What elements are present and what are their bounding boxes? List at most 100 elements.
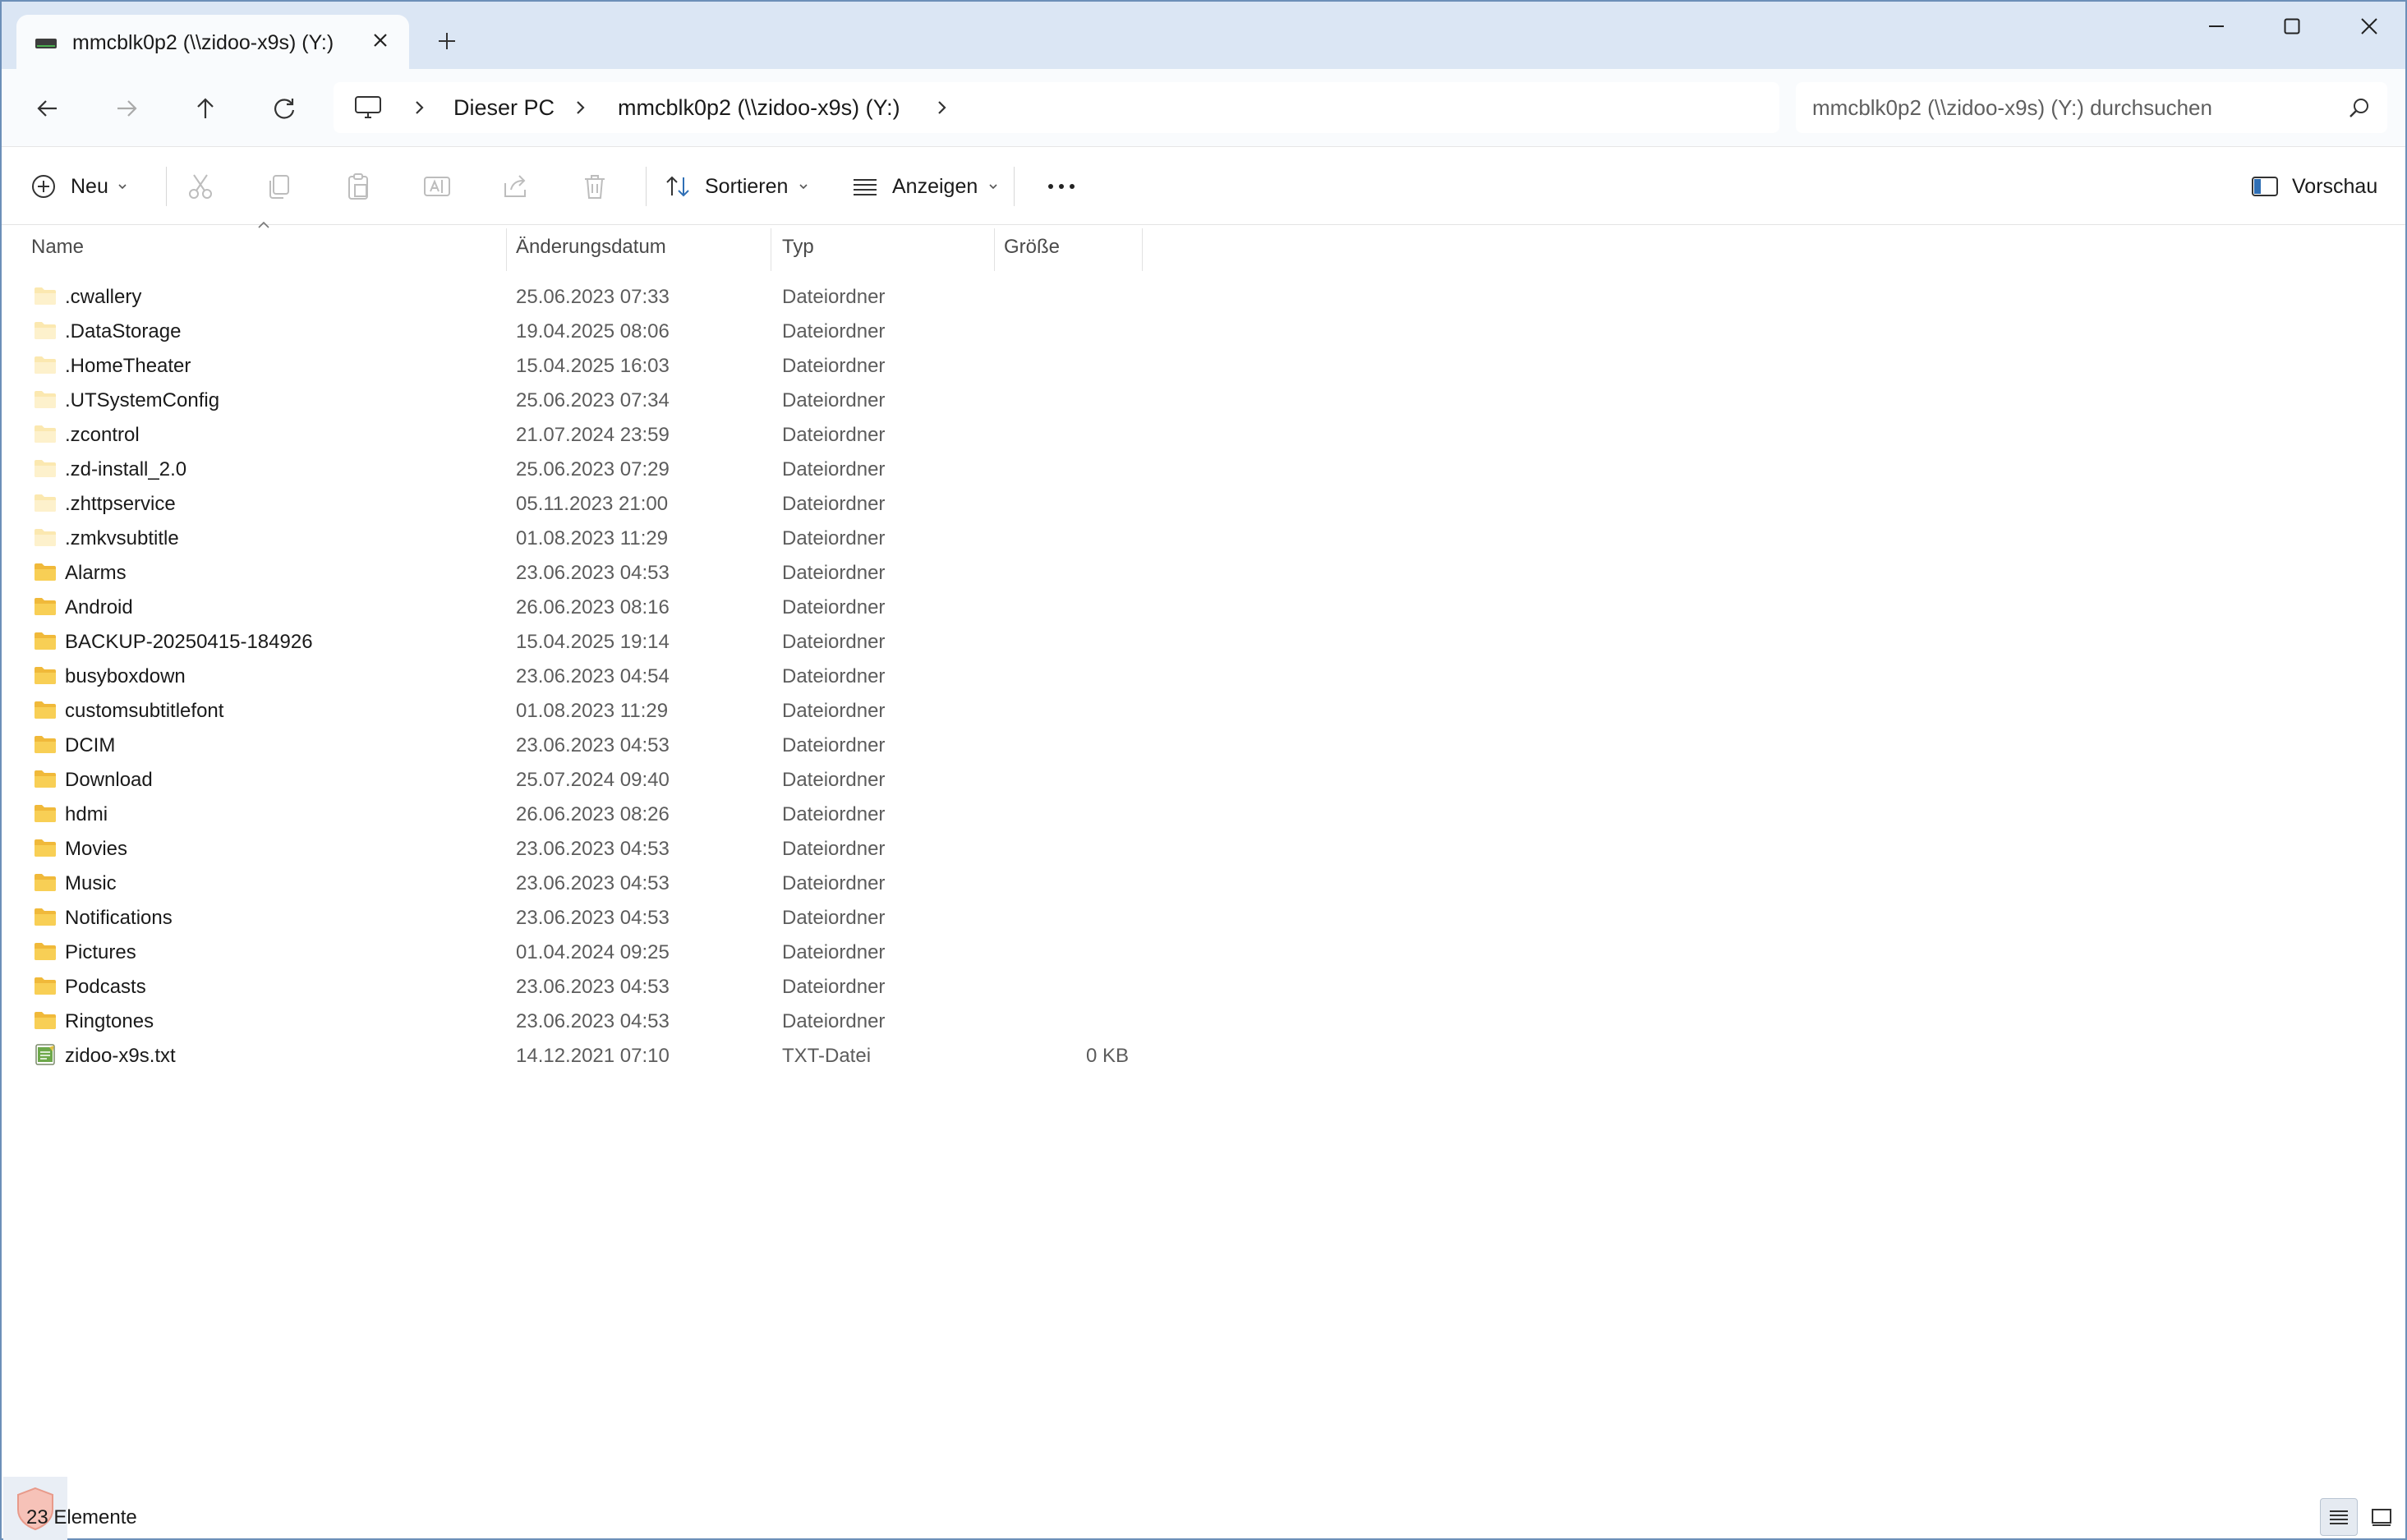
cut-button[interactable] [186,168,215,205]
chevron-right-icon[interactable] [411,99,427,117]
column-header-type[interactable]: Typ [779,225,992,269]
file-date: 15.04.2025 19:14 [516,631,670,653]
file-row[interactable]: customsubtitlefont 01.08.2023 11:29 Dateio… [2,693,1152,728]
delete-button[interactable] [580,168,610,205]
file-row[interactable]: .cwallery 25.06.2023 07:33 Dateiordner [2,279,1152,314]
maximize-button[interactable] [2254,2,2330,51]
column-divider[interactable] [506,228,507,271]
search-input[interactable] [1812,92,2322,123]
column-divider[interactable] [1142,228,1143,271]
more-options-button[interactable] [1045,168,1078,205]
tab-current-drive[interactable]: mmcblk0p2 (\\zidoo-x9s) (Y:) [16,15,409,69]
close-window-button[interactable] [2331,2,2407,51]
file-row[interactable]: zidoo-x9s.txt 14.12.2021 07:10 TXT-Datei 0 … [2,1038,1152,1073]
tab-title: mmcblk0p2 (\\zidoo-x9s) (Y:) [72,31,334,54]
file-row[interactable]: .DataStorage 19.04.2025 08:06 Dateiordner [2,314,1152,348]
chevron-right-icon[interactable] [572,99,588,117]
refresh-button[interactable] [263,87,306,130]
column-header-date[interactable]: Änderungsdatum [513,225,769,269]
file-type: Dateiordner [782,872,886,894]
file-row[interactable]: .zcontrol 21.07.2024 23:59 Dateiordner [2,417,1152,452]
file-date: 14.12.2021 07:10 [516,1045,670,1067]
preview-button[interactable]: Vorschau [2251,168,2377,205]
toolbar-divider [166,167,167,206]
folder-icon [33,802,58,824]
file-name: .UTSystemConfig [65,389,220,411]
file-date: 25.06.2023 07:34 [516,389,670,411]
file-name: zidoo-x9s.txt [65,1045,176,1067]
chevron-right-icon[interactable] [933,99,950,117]
column-header-size[interactable]: Größe [1001,225,1140,269]
file-row[interactable]: .zmkvsubtitle 01.08.2023 11:29 Dateiordner [2,521,1152,555]
share-button[interactable] [501,168,531,205]
file-row[interactable]: Notifications 23.06.2023 04:53 Dateiordner [2,900,1152,935]
file-type: Dateiordner [782,803,886,825]
file-name: .DataStorage [65,320,182,342]
chevron-down-icon [118,184,127,190]
up-button[interactable] [184,87,227,130]
new-button[interactable]: Neu [30,168,128,205]
folder-icon [33,871,58,893]
file-row[interactable]: Ringtones 23.06.2023 04:53 Dateiordner [2,1004,1152,1038]
preview-label: Vorschau [2292,174,2378,198]
file-date: 25.07.2024 09:40 [516,769,670,791]
file-row[interactable]: BACKUP-20250415-184926 15.04.2025 19:14 Da… [2,624,1152,659]
file-date: 23.06.2023 04:53 [516,1010,670,1032]
folder-icon [33,561,58,582]
file-type: Dateiordner [782,907,886,929]
clipboard-icon [348,173,368,200]
copy-button[interactable] [265,168,294,205]
file-row[interactable]: Android 26.06.2023 08:16 Dateiordner [2,590,1152,624]
column-name-label: Name [31,236,85,258]
sort-button[interactable]: Sortieren [664,168,809,205]
file-row[interactable]: Movies 23.06.2023 04:53 Dateiordner [2,831,1152,866]
new-label: Neu [71,174,108,198]
file-row[interactable]: Pictures 01.04.2024 09:25 Dateiordner [2,935,1152,969]
file-size: 0 KB [1085,1045,1129,1067]
file-row[interactable]: DCIM 23.06.2023 04:53 Dateiordner [2,728,1152,762]
file-name: .HomeTheater [65,355,191,377]
toolbar-divider [1014,167,1015,206]
details-view-button[interactable] [2320,1498,2358,1536]
file-row[interactable]: .UTSystemConfig 25.06.2023 07:34 Dateiordn… [2,383,1152,417]
file-type: Dateiordner [782,631,886,653]
file-row[interactable]: .zd-install_2.0 25.06.2023 07:29 Dateiordn… [2,452,1152,486]
file-date: 23.06.2023 04:54 [516,665,670,687]
file-row[interactable]: Alarms 23.06.2023 04:53 Dateiordner [2,555,1152,590]
file-type: Dateiordner [782,941,886,963]
search-box[interactable] [1796,82,2387,133]
folder-icon [33,388,58,410]
view-button[interactable]: Anzeigen [851,168,999,205]
search-icon[interactable] [2348,97,2371,120]
close-tab-icon[interactable] [366,26,394,54]
file-name: .cwallery [65,286,142,308]
back-button[interactable] [26,87,69,130]
file-row[interactable]: Podcasts 23.06.2023 04:53 Dateiordner [2,969,1152,1004]
minimize-button[interactable] [2179,2,2254,51]
file-row[interactable]: busyboxdown 23.06.2023 04:54 Dateiordner [2,659,1152,693]
file-row[interactable]: .HomeTheater 15.04.2025 16:03 Dateiordner [2,348,1152,383]
folder-icon [33,285,58,306]
forward-button[interactable] [105,87,148,130]
file-type: Dateiordner [782,1010,886,1032]
address-bar[interactable]: Dieser PC mmcblk0p2 (\\zidoo-x9s) (Y:) [334,82,1779,133]
file-name: Android [65,596,133,618]
new-tab-icon[interactable] [430,25,463,57]
column-divider[interactable] [994,228,995,271]
paste-button[interactable] [343,168,373,205]
folder-icon [33,768,58,789]
file-type: Dateiordner [782,527,886,549]
file-row[interactable]: .zhttpservice 05.11.2023 21:00 Dateiordner [2,486,1152,521]
file-name: hdmi [65,803,108,825]
column-header-name[interactable]: Name [28,225,504,269]
rename-button[interactable] [422,168,452,205]
file-row[interactable]: hdmi 26.06.2023 08:26 Dateiordner [2,797,1152,831]
preview-pane-icon [2252,177,2278,196]
folder-icon [33,319,58,341]
breadcrumb-this-pc[interactable]: Dieser PC [453,95,555,121]
file-name: Music [65,872,117,894]
file-row[interactable]: Download 25.07.2024 09:40 Dateiordner [2,762,1152,797]
breadcrumb-drive[interactable]: mmcblk0p2 (\\zidoo-x9s) (Y:) [618,95,900,121]
file-row[interactable]: Music 23.06.2023 04:53 Dateiordner [2,866,1152,900]
large-icons-view-button[interactable] [2363,1498,2400,1536]
